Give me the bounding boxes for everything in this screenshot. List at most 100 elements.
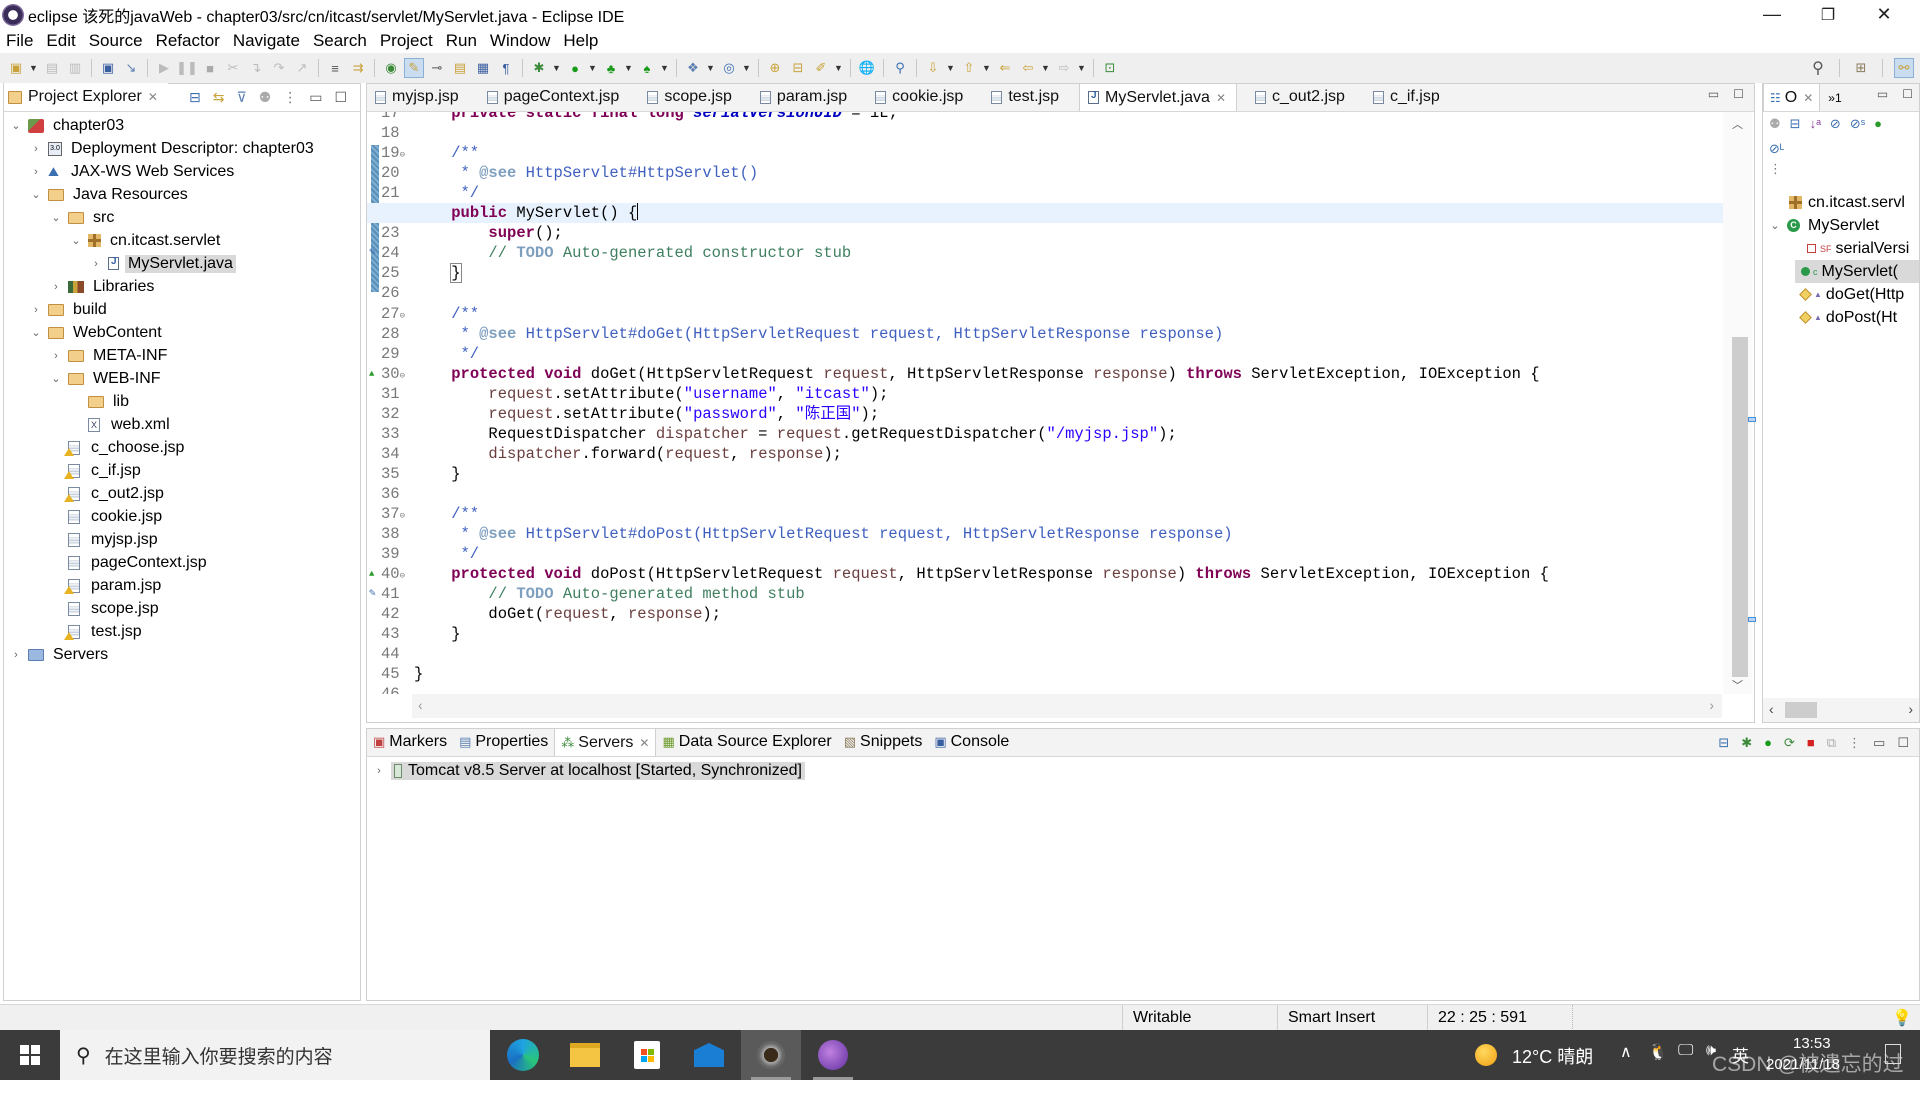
tree-item[interactable]: › 3.0 Deployment Descriptor: chapter03 [4,137,317,160]
code-line[interactable]: super(); [412,223,1725,243]
editor-tab[interactable]: MyServlet.java ✕ [1079,83,1237,111]
hide-fields-icon[interactable]: ⊘ [1830,116,1841,132]
chevron-down-icon[interactable]: ⌄ [50,211,62,224]
tree-item[interactable]: param.jsp [4,574,164,597]
chevron-right-icon[interactable]: › [10,649,22,661]
terminate-icon[interactable]: ■ [200,58,220,78]
chevron-right-icon[interactable]: › [50,281,62,293]
java-ee-perspective-icon[interactable]: ⚯ [1894,58,1914,78]
notification-center-icon[interactable] [1885,1044,1901,1064]
chevron-right-icon[interactable]: › [50,350,62,362]
tree-item[interactable]: › MyServlet.java [4,252,236,275]
tree-item[interactable]: › Libraries [4,275,157,298]
task-marker-icon[interactable]: ✎ [369,584,376,604]
menu-edit[interactable]: Edit [46,31,75,51]
code-line[interactable]: request.setAttribute("password", "陈正国"); [412,404,1725,424]
network-icon[interactable]: 🖵 [1678,1042,1693,1060]
chevron-right-icon[interactable]: › [90,258,102,270]
taskbar-search-box[interactable]: ⚲ 在这里输入你要搜索的内容 [60,1030,490,1080]
tree-item[interactable]: › ⛰ JAX-WS Web Services [4,160,237,183]
resume-icon[interactable]: ▶ [154,58,174,78]
disconnect-icon[interactable]: ✂ [223,58,243,78]
store-icon[interactable] [617,1030,677,1080]
outline-item[interactable]: ▲ doGet(Http [1763,283,1904,306]
chevron-down-icon[interactable]: ⌄ [30,326,42,339]
outline-horizontal-scrollbar[interactable]: ‹ › [1763,698,1919,722]
start-server-icon[interactable]: ● [1764,735,1772,751]
menu-project[interactable]: Project [380,31,433,51]
servers-view-menu-icon[interactable]: ⋮ [1848,735,1861,751]
close-tab-icon[interactable]: ✕ [639,736,649,750]
code-line[interactable]: // TODO Auto-generated constructor stub [412,243,1725,263]
tree-item[interactable]: ⌄ WebContent [4,321,165,344]
file-explorer-icon[interactable] [555,1030,615,1080]
menu-navigate[interactable]: Navigate [233,31,300,51]
code-line[interactable]: request.setAttribute("username", "itcast… [412,384,1725,404]
outline-view-menu-icon[interactable]: ⋮ [1763,161,1919,177]
close-outline-icon[interactable]: ✕ [1803,91,1813,105]
code-line[interactable]: RequestDispatcher dispatcher = request.g… [412,424,1725,444]
open-task-icon[interactable]: ⊕ [765,58,785,78]
code-line[interactable] [412,123,1725,143]
pin-icon[interactable]: ✐ [811,58,831,78]
editor-tab[interactable]: test.jsp [983,83,1069,111]
code-line[interactable]: protected void doPost(HttpServletRequest… [412,564,1725,584]
menu-source[interactable]: Source [89,31,143,51]
tree-item[interactable]: ⌄ cn.itcast.servlet [4,229,223,252]
tree-item[interactable]: pageContext.jsp [4,551,210,574]
menu-run[interactable]: Run [446,31,477,51]
forward-dropdown-icon[interactable]: ▼ [1077,63,1087,73]
menu-search[interactable]: Search [313,31,367,51]
open-perspective-icon[interactable]: ⊞ [1851,58,1871,78]
close-tab-icon[interactable]: ✕ [148,90,158,104]
tab-project-explorer[interactable]: Project Explorer ✕ [4,83,168,111]
scroll-up-icon[interactable]: ︿ [1732,116,1743,132]
eclipse-icon[interactable] [741,1030,801,1080]
sort-icon[interactable]: ↓ᵃ [1810,116,1821,132]
minimize-view-icon[interactable]: ▭ [309,89,322,106]
scrollbar-thumb[interactable] [1732,337,1748,677]
override-marker-icon[interactable]: ▲ [369,564,374,584]
suspend-icon[interactable]: ❚❚ [176,58,198,78]
run-server-icon[interactable]: ♣ [601,58,621,78]
step-into-icon[interactable]: ↴ [246,58,266,78]
maximize-editor-icon[interactable]: ☐ [1733,87,1744,101]
profile-server-icon[interactable]: ⟳ [1784,735,1795,751]
hide-non-public-icon[interactable]: ● [1874,116,1882,132]
run-icon[interactable]: ● [565,58,585,78]
hide-local-types-icon[interactable]: ⊘ᴸ [1769,141,1784,157]
code-line[interactable]: public MyServlet() { [367,203,1725,224]
fold-toggle-icon[interactable]: ⊖ [400,371,405,381]
bottom-tab-markers[interactable]: ▣ Markers [367,728,453,756]
toggle-word-wrap-icon[interactable]: ⊸ [427,58,447,78]
focus-active-task-icon[interactable]: ⚉ [1769,116,1781,132]
lightbulb-icon[interactable]: 💡 [1892,1008,1912,1028]
overview-ruler-marker[interactable] [1748,617,1756,622]
bottom-tab-snippets[interactable]: ▧ Snippets [838,728,929,756]
fold-toggle-icon[interactable]: ⊖ [400,150,405,160]
tree-item[interactable]: c_out2.jsp [4,482,167,505]
debug-dropdown-icon[interactable]: ▼ [552,63,562,73]
code-line[interactable] [412,283,1725,303]
code-line[interactable]: } [412,664,1725,684]
outline-item[interactable]: ▲ doPost(Ht [1763,306,1897,329]
chevron-right-icon[interactable]: › [30,166,42,178]
menu-file[interactable]: File [6,31,33,51]
debug-icon[interactable]: ✱ [529,58,549,78]
save-all-icon[interactable]: ▥ [65,58,85,78]
overflow-tabs-button[interactable]: »1 [1828,91,1841,105]
step-return-icon[interactable]: ↗ [292,58,312,78]
editor-tab[interactable]: param.jsp [752,83,857,111]
new-dropdown-icon[interactable]: ▼ [29,63,39,73]
scroll-right-icon[interactable]: › [1709,697,1714,713]
filter-icon[interactable]: ⊽ [236,89,246,106]
run-server-dropdown-icon[interactable]: ▼ [624,63,634,73]
minimize-editor-icon[interactable]: ▭ [1708,87,1719,101]
menu-help[interactable]: Help [563,31,598,51]
chevron-down-icon[interactable]: ⌄ [30,188,42,201]
chevron-down-icon[interactable]: ⌄ [50,372,62,385]
new-java-project-icon[interactable]: ❖ [683,58,703,78]
previous-edit-icon[interactable]: ⇧ [959,58,979,78]
code-line[interactable] [412,684,1725,694]
back-icon[interactable]: ⇦ [1018,58,1038,78]
